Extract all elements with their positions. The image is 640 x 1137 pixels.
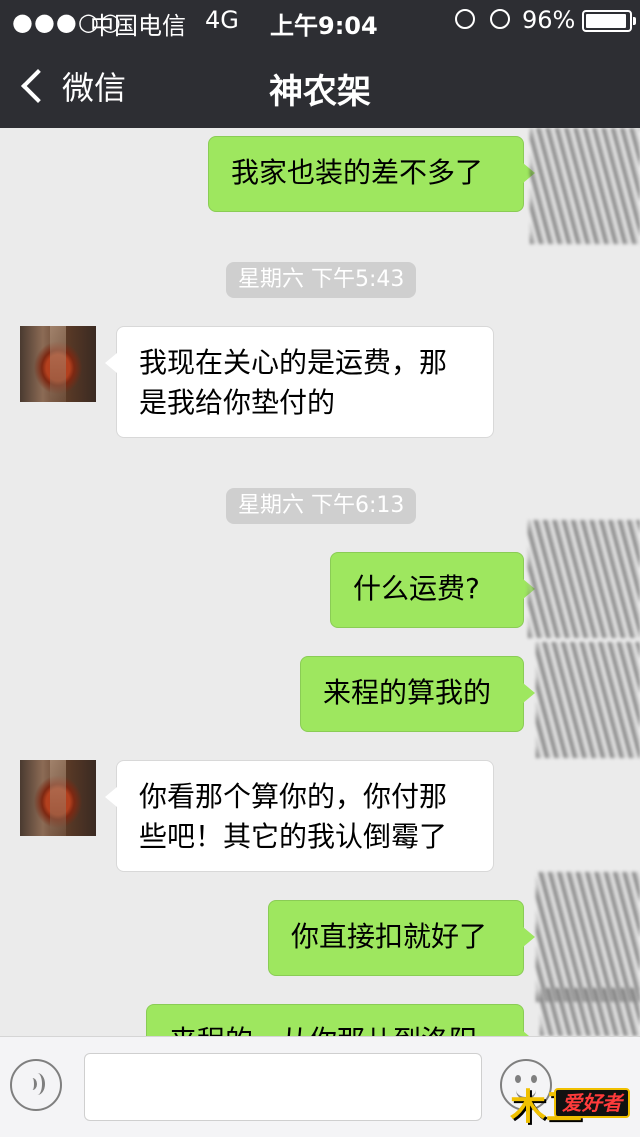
message-line: 是我给你垫付的: [139, 386, 336, 419]
contact-avatar[interactable]: [20, 326, 96, 402]
message-text: 你直接扣就好了: [291, 920, 488, 953]
carrier-name: 中国电信: [90, 12, 186, 40]
chat-title: 神农架: [269, 72, 371, 112]
voice-wave: [30, 1073, 45, 1095]
message-timestamp: 星期六 下午5:43: [226, 262, 417, 298]
app-header: ●●●○○ 中国电信 4G 上午9:04 96% 微信 神农架: [0, 0, 640, 128]
message-bubble-sent[interactable]: 来程的，从你那儿到洛阳: [146, 1004, 535, 1036]
status-bar: ●●●○○ 中国电信 4G 上午9:04 96%: [0, 0, 640, 40]
network-type: 4G: [205, 6, 239, 34]
watermark-logo: 木工 爱好者: [510, 1074, 632, 1130]
message-bubble-received[interactable]: 你看那个算你的，你付那 些吧！其它的我认倒霉了: [105, 760, 494, 872]
message-input[interactable]: [84, 1053, 482, 1121]
message-bubble-sent[interactable]: 你直接扣就好了: [268, 900, 535, 976]
message-text: 我家也装的差不多了: [231, 156, 484, 189]
message-text: 来程的算我的: [323, 676, 492, 709]
status-time: 上午9:04: [270, 12, 378, 40]
message-text: 什么运费?: [353, 572, 480, 605]
voice-icon[interactable]: [10, 1059, 62, 1111]
message-timestamp: 星期六 下午6:13: [226, 488, 417, 524]
contact-avatar[interactable]: [20, 760, 96, 836]
message-line: 我现在关心的是运费，那: [139, 346, 448, 379]
battery-icon: [582, 10, 636, 32]
battery-tip: [633, 17, 636, 25]
nav-bar: 微信 神农架: [0, 44, 640, 128]
watermark-text: 爱好者: [554, 1088, 630, 1118]
sender-avatar-obscured: [540, 988, 640, 1036]
message-text: 来程的，从你那儿到洛阳: [169, 1024, 477, 1036]
message-line: 你看那个算你的，你付那: [139, 780, 448, 813]
battery-fill: [586, 14, 626, 28]
message-line: 些吧！其它的我认倒霉了: [139, 820, 448, 853]
sender-avatar-obscured: [536, 642, 640, 758]
message-bubble-sent[interactable]: 我家也装的差不多了: [208, 136, 535, 212]
message-bubble-sent[interactable]: 什么运费?: [330, 552, 535, 628]
sender-avatar-obscured: [536, 872, 640, 1002]
message-bubble-sent[interactable]: 来程的算我的: [300, 656, 535, 732]
sender-avatar-obscured: [530, 128, 640, 244]
message-bubble-received[interactable]: 我现在关心的是运费，那 是我给你垫付的: [105, 326, 494, 438]
rotation-lock-icon: [455, 9, 475, 29]
battery-percent: 96%: [522, 6, 576, 34]
sender-avatar-obscured: [528, 520, 640, 638]
chat-area[interactable]: 我家也装的差不多了 星期六 下午5:43 我现在关心的是运费，那 是我给你垫付的…: [0, 128, 640, 1036]
alarm-icon: [490, 9, 510, 29]
